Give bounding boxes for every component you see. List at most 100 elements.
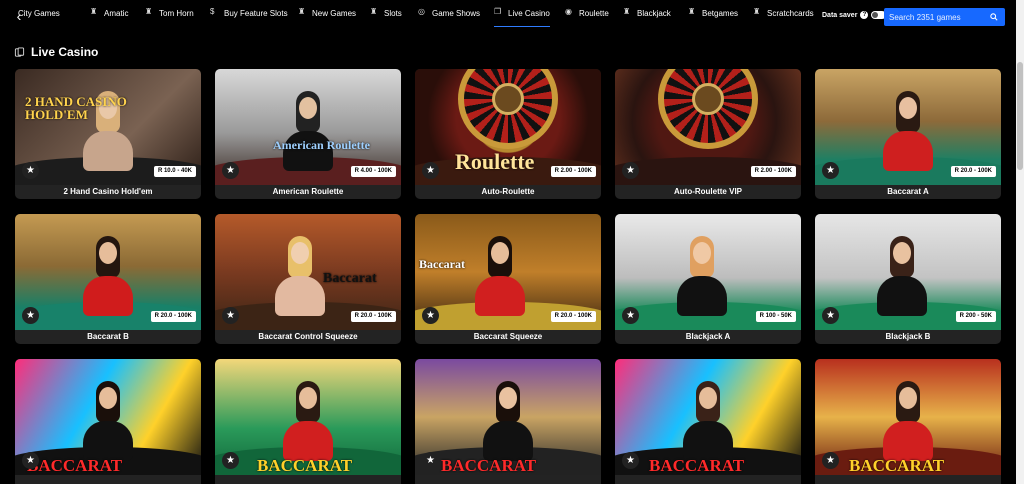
search-input[interactable] bbox=[884, 8, 984, 26]
game-thumbnail[interactable]: BACCARAT bbox=[15, 359, 201, 475]
dealer-face bbox=[99, 242, 117, 264]
favorite-star-icon[interactable] bbox=[222, 307, 239, 324]
game-thumbnail[interactable]: BACCARAT bbox=[815, 359, 1001, 475]
game-thumbnail[interactable]: BACCARAT bbox=[415, 359, 601, 475]
game-thumbnail[interactable]: BACCARAT bbox=[215, 359, 401, 475]
favorite-star-icon[interactable] bbox=[622, 452, 639, 469]
bet-limit-badge: R 20.0 - 100K bbox=[350, 311, 396, 322]
game-thumbnail[interactable]: BACCARAT bbox=[615, 359, 801, 475]
game-card[interactable]: BACCARAT bbox=[615, 359, 801, 484]
favorite-star-icon[interactable] bbox=[622, 162, 639, 179]
nav-item-label: Buy Feature Slots bbox=[224, 9, 288, 18]
game-card[interactable]: BACCARAT bbox=[15, 359, 201, 484]
trophy-icon: ♜ bbox=[688, 7, 696, 16]
game-thumbnail[interactable]: R 20.0 - 100K bbox=[15, 214, 201, 330]
nav-item-new-games[interactable]: ♜ New Games bbox=[298, 8, 356, 24]
trophy-icon: ♜ bbox=[90, 7, 98, 16]
data-saver[interactable]: Data saver ? bbox=[822, 11, 887, 19]
game-title[interactable]: Blackjack A bbox=[615, 330, 801, 344]
search-box[interactable] bbox=[884, 8, 1005, 26]
nav-item-label: Game Shows bbox=[432, 9, 481, 18]
game-thumbnail[interactable]: Baccarat R 20.0 - 100K bbox=[215, 214, 401, 330]
nav-item-roulette[interactable]: ◉ Roulette bbox=[565, 8, 609, 24]
game-card[interactable]: BACCARAT bbox=[815, 359, 1001, 484]
nav-item-scratchcards[interactable]: ♜ Scratchcards bbox=[753, 8, 814, 24]
nav-item-buy-feature-slots[interactable]: $ Buy Feature Slots bbox=[210, 8, 288, 24]
dealer bbox=[683, 421, 733, 461]
bet-limit-badge: R 2.00 - 100K bbox=[550, 166, 596, 177]
game-thumbnail[interactable]: R 100 - 50K bbox=[615, 214, 801, 330]
game-card[interactable]: American RouletteR 4.00 - 100KAmerican R… bbox=[215, 69, 401, 199]
game-thumbnail[interactable]: 2 HAND CASINO HOLD'EM R 10.0 - 40K bbox=[15, 69, 201, 185]
favorite-star-icon[interactable] bbox=[822, 452, 839, 469]
game-card[interactable]: Baccarat R 20.0 - 100K Baccarat Control Sq… bbox=[215, 214, 401, 344]
nav-item-blackjack[interactable]: ♜ Blackjack bbox=[623, 8, 671, 24]
dealer bbox=[283, 421, 333, 461]
favorite-star-icon[interactable] bbox=[22, 452, 39, 469]
bet-limit-badge: R 20.0 - 100K bbox=[150, 311, 196, 322]
trophy-icon: ♜ bbox=[623, 7, 631, 16]
favorite-star-icon[interactable] bbox=[622, 307, 639, 324]
dealer-face bbox=[699, 387, 717, 409]
bet-limit-badge: R 200 - 50K bbox=[955, 311, 996, 322]
game-thumbnail[interactable]: American Roulette R 4.00 - 100K bbox=[215, 69, 401, 185]
favorite-star-icon[interactable] bbox=[222, 452, 239, 469]
game-title[interactable]: Baccarat A bbox=[815, 185, 1001, 199]
dealer-face bbox=[693, 242, 711, 264]
nav-item-slots[interactable]: ♜ Slots bbox=[370, 8, 402, 24]
scrollbar[interactable] bbox=[1016, 0, 1024, 484]
game-thumbnail[interactable]: R 200 - 50K bbox=[815, 214, 1001, 330]
nav-item-amatic[interactable]: ♜ Amatic bbox=[90, 8, 128, 24]
game-title[interactable]: Baccarat Control Squeeze bbox=[215, 330, 401, 344]
scrollbar-thumb[interactable] bbox=[1017, 62, 1023, 170]
nav-item-game-shows[interactable]: ◎ Game Shows bbox=[418, 8, 480, 24]
nav-item-label: City Games bbox=[18, 9, 60, 18]
game-thumbnail[interactable]: R 2.00 - 100K bbox=[615, 69, 801, 185]
favorite-star-icon[interactable] bbox=[822, 162, 839, 179]
game-logo: BACCARAT bbox=[849, 456, 945, 475]
dealer-face bbox=[899, 97, 917, 119]
favorite-star-icon[interactable] bbox=[422, 452, 439, 469]
help-icon[interactable]: ? bbox=[860, 11, 869, 19]
bet-limit-badge: R 10.0 - 40K bbox=[153, 166, 196, 177]
game-thumbnail[interactable]: Roulette R 2.00 - 100K bbox=[415, 69, 601, 185]
game-logo: BACCARAT bbox=[441, 456, 537, 475]
nav-item-label: New Games bbox=[312, 9, 357, 18]
game-title[interactable]: Auto-Roulette VIP bbox=[615, 185, 801, 199]
favorite-star-icon[interactable] bbox=[422, 162, 439, 179]
nav-item-label: Tom Horn bbox=[159, 9, 194, 18]
game-card[interactable]: Baccarat R 20.0 - 100K Baccarat Squeeze bbox=[415, 214, 601, 344]
dealer-face bbox=[291, 242, 309, 264]
game-title[interactable]: American Roulette bbox=[215, 185, 401, 199]
nav-item-label: Scratchcards bbox=[767, 9, 814, 18]
game-card[interactable]: R 20.0 - 100K Baccarat B bbox=[15, 214, 201, 344]
search-icon[interactable] bbox=[990, 13, 998, 21]
wheel-icon: ◎ bbox=[418, 7, 425, 16]
game-title[interactable]: Blackjack B bbox=[815, 330, 1001, 344]
trophy-icon: ♜ bbox=[145, 7, 153, 16]
game-title[interactable]: 2 Hand Casino Hold'em bbox=[15, 185, 201, 199]
favorite-star-icon[interactable] bbox=[422, 307, 439, 324]
game-title[interactable]: Baccarat B bbox=[15, 330, 201, 344]
favorite-star-icon[interactable] bbox=[22, 307, 39, 324]
game-card[interactable]: R 2.00 - 100K Auto-Roulette VIP bbox=[615, 69, 801, 199]
nav-item-betgames[interactable]: ♜ Betgames bbox=[688, 8, 738, 24]
game-thumbnail[interactable]: R 20.0 - 100K bbox=[815, 69, 1001, 185]
game-card[interactable]: BACCARAT bbox=[415, 359, 601, 484]
dealer-face bbox=[499, 387, 517, 409]
game-card[interactable]: 2 HAND CASINO HOLD'EM R 10.0 - 40K 2 Hand … bbox=[15, 69, 201, 199]
game-card[interactable]: R 100 - 50K Blackjack A bbox=[615, 214, 801, 344]
nav-item-live-casino[interactable]: ❐ Live Casino bbox=[494, 8, 550, 27]
game-title[interactable]: Baccarat Squeeze bbox=[415, 330, 601, 344]
game-title[interactable]: Auto-Roulette bbox=[415, 185, 601, 199]
game-thumbnail[interactable]: Baccarat R 20.0 - 100K bbox=[415, 214, 601, 330]
favorite-star-icon[interactable] bbox=[822, 307, 839, 324]
game-card[interactable]: R 200 - 50K Blackjack B bbox=[815, 214, 1001, 344]
favorite-star-icon[interactable] bbox=[222, 162, 239, 179]
game-card[interactable]: Roulette R 2.00 - 100K Auto-Roulette bbox=[415, 69, 601, 199]
game-card[interactable]: BACCARAT bbox=[215, 359, 401, 484]
nav-item-tom-horn[interactable]: ♜ Tom Horn bbox=[145, 8, 194, 24]
nav-item-city-games[interactable]: City Games bbox=[18, 8, 60, 24]
game-card[interactable]: R 20.0 - 100K Baccarat A bbox=[815, 69, 1001, 199]
favorite-star-icon[interactable] bbox=[22, 162, 39, 179]
